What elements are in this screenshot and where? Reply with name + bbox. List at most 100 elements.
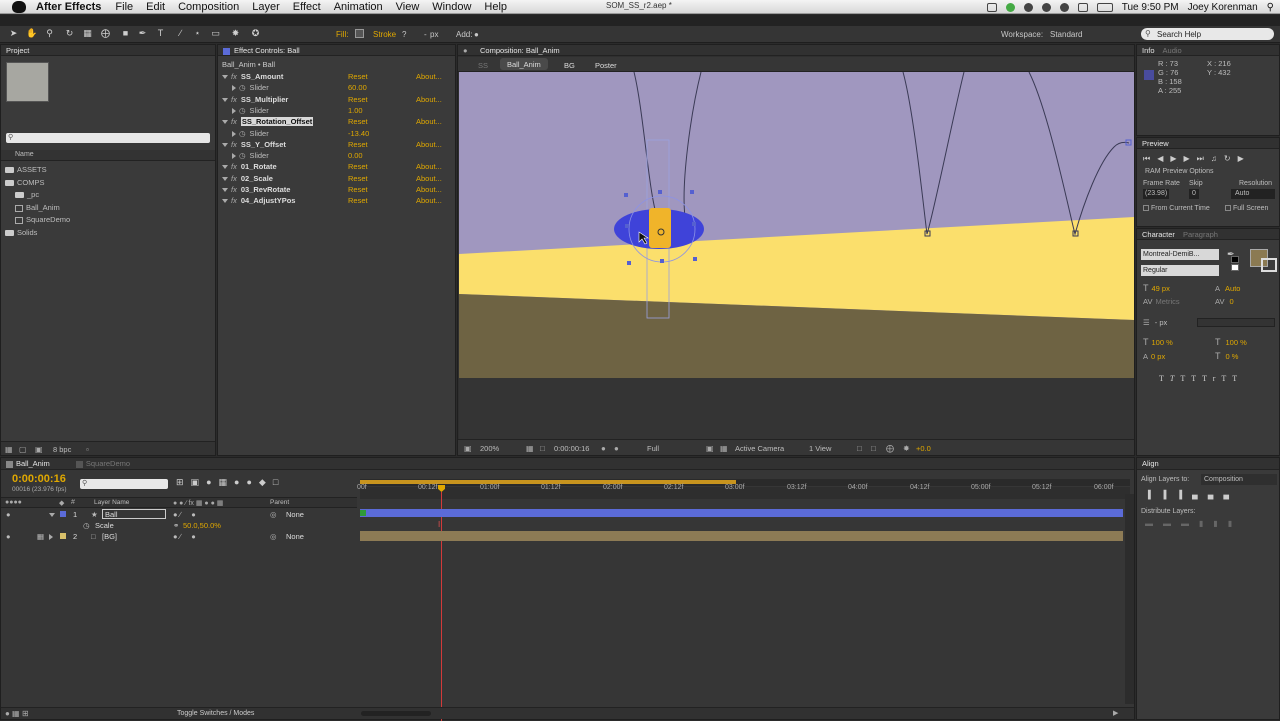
effect-name[interactable]: SS_Rotation_Offset xyxy=(240,117,314,127)
expand-slider-icon[interactable] xyxy=(232,107,236,114)
frame-blending-icon[interactable]: ▦ xyxy=(219,477,235,487)
selection-tool-icon[interactable]: ➤ xyxy=(8,28,19,39)
tsume-value[interactable]: 0 % xyxy=(1226,352,1239,361)
expand-effect-icon[interactable] xyxy=(222,142,228,147)
spotlight-icon[interactable]: ⚲ xyxy=(1267,2,1274,13)
fill-label[interactable]: Fill: xyxy=(336,30,348,39)
fx-icon[interactable]: fx xyxy=(231,117,237,126)
label-color-icon[interactable] xyxy=(60,533,66,539)
kerning-value[interactable]: Metrics xyxy=(1155,297,1179,306)
app-menu[interactable]: After Effects xyxy=(36,1,101,13)
info-tab[interactable]: Info xyxy=(1142,46,1155,55)
view-layout-select[interactable]: 1 View xyxy=(809,444,831,453)
toggle-switches-modes[interactable]: Toggle Switches / Modes xyxy=(177,710,254,717)
stopwatch-icon[interactable]: ◷ xyxy=(239,129,246,138)
baseline-shift-value[interactable]: 0 px xyxy=(1151,352,1165,361)
interpret-footage-icon[interactable]: ▦ xyxy=(5,445,13,454)
prev-frame-icon[interactable]: ◀ xyxy=(1157,154,1170,163)
timeline-search-input[interactable]: ⚲ xyxy=(80,479,168,489)
visibility-icon[interactable]: ● xyxy=(6,509,11,520)
stopwatch-icon[interactable]: ◷ xyxy=(239,151,246,160)
align-hcenter-icon[interactable]: ▐ xyxy=(1161,490,1177,499)
slider-value[interactable]: 60.00 xyxy=(348,82,367,93)
faux-italic-icon[interactable]: T xyxy=(1170,374,1180,383)
add-label[interactable]: Add: xyxy=(456,30,472,39)
layer-bar-bg[interactable] xyxy=(360,531,1123,541)
exposure-value[interactable]: +0.0 xyxy=(916,444,931,453)
distribute-left-icon[interactable]: ▮ xyxy=(1199,519,1213,528)
font-size-value[interactable]: 49 px xyxy=(1152,284,1170,293)
composition-tab[interactable]: Composition: Ball_Anim xyxy=(480,46,560,55)
fx-icon[interactable]: fx xyxy=(231,174,237,183)
breadcrumb-poster[interactable]: Poster xyxy=(595,61,617,70)
zoom-tool-icon[interactable]: ⚲ xyxy=(44,28,55,39)
search-help-field[interactable]: ⚲ Search Help xyxy=(1141,28,1274,40)
play-icon[interactable]: ▶ xyxy=(1170,154,1183,163)
faux-bold-icon[interactable]: T xyxy=(1159,374,1170,383)
sync-icon[interactable] xyxy=(1005,2,1015,12)
timeline-current-time[interactable]: 0:00:00:16 xyxy=(12,473,66,485)
timeline-tab-squaredemo[interactable]: SquareDemo xyxy=(86,459,130,468)
puppet-tool-icon[interactable]: ✪ xyxy=(250,28,261,39)
kerning-row[interactable]: AV Metrics xyxy=(1143,296,1180,307)
always-preview-icon[interactable]: ▣ xyxy=(464,444,472,453)
camera-tool-icon[interactable]: ▦ xyxy=(82,28,93,39)
horizontal-scale-row[interactable]: T 100 % xyxy=(1215,337,1247,348)
wifi-icon[interactable] xyxy=(1059,2,1069,12)
effect-about-button[interactable]: About... xyxy=(416,184,442,195)
effect-controls-tab[interactable]: Effect Controls: Ball xyxy=(234,46,300,55)
white-swatch[interactable] xyxy=(1231,264,1239,271)
menu-edit[interactable]: Edit xyxy=(146,1,165,13)
from-current-time-checkbox[interactable]: From Current Time xyxy=(1143,203,1210,214)
full-screen-checkbox[interactable]: Full Screen xyxy=(1225,203,1268,214)
distribute-vcenter-icon[interactable]: ▬ xyxy=(1163,519,1181,528)
menu-composition[interactable]: Composition xyxy=(178,1,239,13)
align-vcenter-icon[interactable]: ▄ xyxy=(1208,490,1224,499)
project-item[interactable]: SquareDemo xyxy=(15,214,70,225)
expand-effect-icon[interactable] xyxy=(222,188,228,193)
effect-name[interactable]: SS_Y_Offset xyxy=(241,140,286,149)
resolution-select[interactable]: Auto xyxy=(1231,189,1275,199)
stopwatch-icon[interactable]: ◷ xyxy=(239,83,246,92)
grid-icon[interactable]: ▦ xyxy=(526,444,534,453)
distribute-right-icon[interactable]: ▮ xyxy=(1228,519,1242,528)
effect-name[interactable]: 04_AdjustYPos xyxy=(241,196,296,205)
slider-value[interactable]: -13.40 xyxy=(348,128,369,139)
expand-slider-icon[interactable] xyxy=(232,85,236,92)
number-column-icon[interactable]: # xyxy=(71,499,75,506)
clone-tool-icon[interactable]: ⋆ xyxy=(192,28,203,39)
effect-row[interactable]: fx 01_Rotate Reset About... xyxy=(222,161,454,172)
timemachine-icon[interactable] xyxy=(1023,2,1033,12)
effect-row[interactable]: fx 02_Scale Reset About... xyxy=(222,173,454,184)
fx-icon[interactable]: fx xyxy=(231,185,237,194)
expand-slider-icon[interactable] xyxy=(232,130,236,137)
camera-view-select[interactable]: Active Camera xyxy=(735,444,784,453)
effect-reset-button[interactable]: Reset xyxy=(348,161,368,172)
project-item[interactable]: Ball_Anim xyxy=(15,202,60,213)
resolution-select[interactable]: Full xyxy=(647,444,659,453)
align-right-icon[interactable]: ▐ xyxy=(1176,490,1192,499)
fx-icon[interactable]: fx xyxy=(231,162,237,171)
stroke-color-swatch[interactable] xyxy=(1261,258,1277,272)
mask-visibility-icon[interactable]: □ xyxy=(540,444,545,453)
timeline-tab-ball-anim[interactable]: Ball_Anim xyxy=(16,459,50,468)
align-to-select[interactable]: Composition xyxy=(1201,474,1277,485)
comp-mini-flowchart-icon[interactable]: ⊞ xyxy=(176,477,191,487)
user-name[interactable]: Joey Korenman xyxy=(1188,2,1258,13)
lock-layer-icon[interactable]: ▦ xyxy=(37,531,44,542)
fill-swatch[interactable] xyxy=(355,29,364,38)
effect-name[interactable]: 03_RevRotate xyxy=(241,185,291,194)
graph-editor-icon[interactable]: □ xyxy=(273,477,285,487)
project-item[interactable]: Solids xyxy=(5,227,37,238)
project-search-input[interactable]: ⚲ xyxy=(6,133,210,143)
leading-value[interactable]: Auto xyxy=(1225,284,1240,293)
menu-effect[interactable]: Effect xyxy=(293,1,321,13)
parent-pickwhip-icon[interactable]: ◎ xyxy=(270,509,277,520)
twirl-icon[interactable] xyxy=(49,531,56,542)
effect-about-button[interactable]: About... xyxy=(416,94,442,105)
reset-exposure-icon[interactable]: ✸ xyxy=(903,444,910,453)
stroke-width-value[interactable]: - px xyxy=(1155,318,1168,327)
transparency-grid-icon[interactable]: ▦ xyxy=(720,444,728,453)
timeline-layer-row[interactable]: ● ▦ 2 □ [BG] ● ∕ ● ◎ None xyxy=(1,531,357,542)
scale-value[interactable]: 50.0,50.0% xyxy=(183,520,221,531)
